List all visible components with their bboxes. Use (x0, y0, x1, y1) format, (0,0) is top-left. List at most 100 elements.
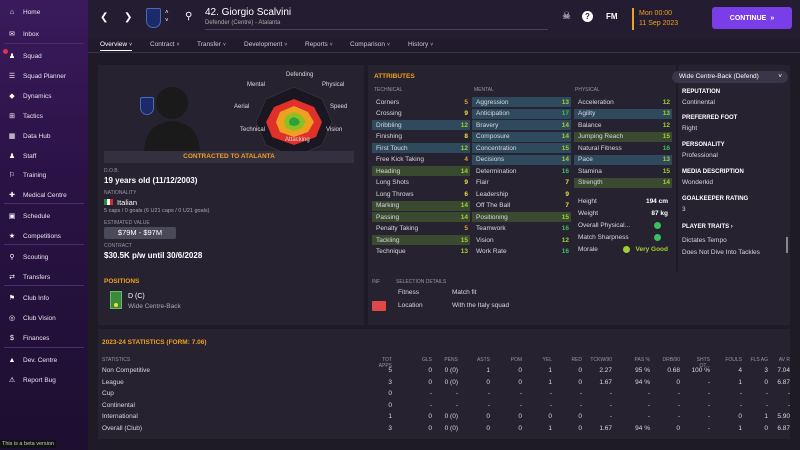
skull-icon[interactable]: ☠ (562, 11, 571, 22)
attribute-row[interactable]: Vision 12 (472, 235, 571, 245)
chevron-updown-icon[interactable]: ˄ ˅ (165, 9, 169, 25)
attribute-row[interactable]: Dribbling 12 (372, 120, 470, 130)
sidebar-item-competitions[interactable]: ★ Competitions (0, 227, 88, 245)
sidebar-item-squad-planner[interactable]: ☰ Squad Planner (0, 67, 88, 85)
tab-comparison[interactable]: Comparison ˅ (350, 41, 390, 48)
attribute-row[interactable]: Penalty Taking 5 (372, 224, 470, 234)
tab-label: Reports (305, 41, 328, 48)
tab-history[interactable]: History ˅ (408, 41, 433, 48)
stats-row[interactable]: Continental 0 - - - - - - - - - - - - - (102, 401, 790, 412)
attribute-row[interactable]: Strength 14 (574, 177, 672, 188)
stats-row[interactable]: International 1 0 0 (0) 0 0 0 0 - - - - 0 1 5.90 (102, 412, 790, 423)
attribute-row[interactable]: Teamwork 16 (472, 224, 571, 234)
attribute-row[interactable]: Agility 13 (574, 108, 672, 119)
stats-cell: POM (510, 357, 522, 363)
help-icon[interactable]: ? (582, 11, 593, 22)
attribute-value: 12 (662, 98, 670, 106)
competitions-icon: ★ (8, 233, 16, 240)
attribute-row[interactable]: Crossing 9 (372, 109, 470, 119)
attribute-row[interactable]: Anticipation 17 (472, 108, 571, 119)
sidebar-item-club-vision[interactable]: ◎ Club Vision (0, 309, 88, 327)
fm-menu-button[interactable]: FM (606, 12, 618, 21)
sidebar-item-home[interactable]: ⌂ Home (0, 3, 88, 21)
attribute-row[interactable]: Jumping Reach 15 (574, 131, 672, 142)
sidebar-item-medical-centre[interactable]: ✚ Medical Centre (0, 186, 88, 204)
sidebar-item-staff[interactable]: ♟ Staff (0, 147, 88, 165)
sidebar-item-dev-centre[interactable]: ▲ Dev. Centre (0, 351, 88, 369)
sidebar-item-finances[interactable]: $ Finances (0, 329, 88, 347)
sidebar-item-schedule[interactable]: ▣ Schedule (0, 207, 88, 225)
player-subtitle: Defender (Centre) - Atalanta (205, 20, 281, 26)
sidebar-item-inbox[interactable]: ✉ Inbox (0, 25, 88, 43)
attribute-value: 4 (464, 156, 468, 163)
attribute-row[interactable]: Stamina 15 (574, 166, 672, 176)
stats-cell: - (455, 390, 458, 397)
tab-reports[interactable]: Reports ˅ (305, 41, 333, 48)
sidebar-item-tactics[interactable]: ⊞ Tactics (0, 107, 88, 125)
attribute-row[interactable]: Acceleration 12 (574, 97, 672, 107)
attribute-row[interactable]: Bravery 14 (472, 120, 571, 130)
attribute-row[interactable]: Off The Ball 7 (472, 201, 571, 211)
sidebar-item-transfers[interactable]: ⇄ Transfers (0, 268, 88, 286)
scrollbar[interactable] (786, 237, 788, 253)
attribute-row[interactable]: Long Shots 9 (372, 178, 470, 188)
tab-overview[interactable]: Overview ˅ (100, 41, 133, 51)
search-icon[interactable]: ⚲ (185, 11, 192, 22)
attribute-row[interactable]: Corners 5 (372, 97, 470, 107)
attribute-row[interactable]: Tackling 15 (372, 235, 470, 245)
personality-label: PERSONALITY (682, 142, 725, 148)
finances-icon: $ (10, 334, 14, 342)
attribute-row[interactable]: Flair 7 (472, 178, 571, 188)
attribute-row[interactable]: Aggression 13 (472, 97, 571, 107)
attribute-row[interactable]: Work Rate 16 (472, 247, 571, 257)
stats-row[interactable]: Cup 0 - - - - - - - - - - - - - (102, 389, 790, 400)
back-arrow-icon[interactable]: ❮ (100, 12, 108, 23)
sidebar-item-dynamics[interactable]: ◆ Dynamics (0, 87, 88, 105)
attribute-row[interactable]: Leadership 9 (472, 189, 571, 199)
continue-button[interactable]: CONTINUE» (712, 7, 792, 29)
sharp-label: Match Sharpness (578, 234, 629, 241)
attribute-row[interactable]: Composure 14 (472, 131, 571, 142)
attribute-row[interactable]: Free Kick Taking 4 (372, 155, 470, 165)
stats-cell: 0 (578, 378, 582, 386)
stats-row[interactable]: Non Competitive 5 0 0 (0) 1 0 1 0 2.27 95 % 0.68 10… (102, 366, 790, 377)
attribute-value: 5 (464, 98, 468, 106)
attribute-row[interactable]: Pace 13 (574, 154, 672, 165)
attribute-row[interactable]: Concentration 15 (472, 143, 571, 153)
club-badge-icon[interactable] (146, 8, 161, 28)
sidebar-item-report-bug[interactable]: ⚠ Report Bug (0, 371, 88, 389)
attribute-row[interactable]: Decisions 14 (472, 154, 571, 165)
attribute-row[interactable]: Long Throws 6 (372, 189, 470, 199)
sidebar-item-data-hub[interactable]: ▦ Data Hub (0, 127, 88, 145)
tab-label: Contract (150, 41, 175, 48)
tab-development[interactable]: Development ˅ (244, 41, 287, 48)
sidebar-item-squad[interactable]: ♟ Squad (0, 47, 88, 65)
traits-link[interactable]: PLAYER TRAITS › (682, 224, 733, 230)
attribute-row[interactable]: Technique 13 (372, 247, 470, 257)
forward-arrow-icon[interactable]: ❯ (124, 12, 132, 23)
chevron-down-icon: ˅ (129, 42, 133, 48)
attribute-row[interactable]: Finishing 8 (372, 132, 470, 142)
stats-row[interactable]: Overall (Club) 3 0 0 (0) 0 0 1 0 1.67 94 % 0 - 1 0 6.8… (102, 424, 790, 435)
tab-transfer[interactable]: Transfer ˅ (197, 41, 226, 48)
attribute-row[interactable]: Heading 14 (372, 166, 470, 176)
attribute-name: Penalty Taking (376, 225, 419, 232)
role-selector[interactable]: Wide Centre-Back (Defend) ˅ (672, 71, 788, 83)
sharpness-heart-icon (654, 234, 661, 241)
attribute-row[interactable]: Marking 14 (372, 200, 470, 211)
date-box[interactable] (632, 8, 634, 30)
sidebar-item-training[interactable]: ⚐ Training (0, 166, 88, 184)
report-bug-icon: ⚠ (8, 377, 16, 384)
tab-contract[interactable]: Contract ˅ (150, 41, 180, 48)
stats-cell: - (579, 390, 582, 397)
dob-label: D.O.B. (104, 168, 120, 174)
attribute-row[interactable]: Positioning 15 (472, 212, 571, 222)
attribute-row[interactable]: Passing 14 (372, 212, 470, 222)
attribute-row[interactable]: Determination 16 (472, 166, 571, 176)
attribute-row[interactable]: First Touch 12 (372, 143, 470, 153)
sidebar-item-club-info[interactable]: ⚑ Club Info (0, 289, 88, 307)
attribute-row[interactable]: Balance 12 (574, 120, 672, 130)
attribute-row[interactable]: Natural Fitness 16 (574, 143, 672, 153)
sidebar-item-scouting[interactable]: ⚲ Scouting (0, 248, 88, 266)
stats-row[interactable]: League 3 0 0 (0) 0 0 1 0 1.67 94 % 0 - 1 0 6.87 (102, 378, 790, 389)
